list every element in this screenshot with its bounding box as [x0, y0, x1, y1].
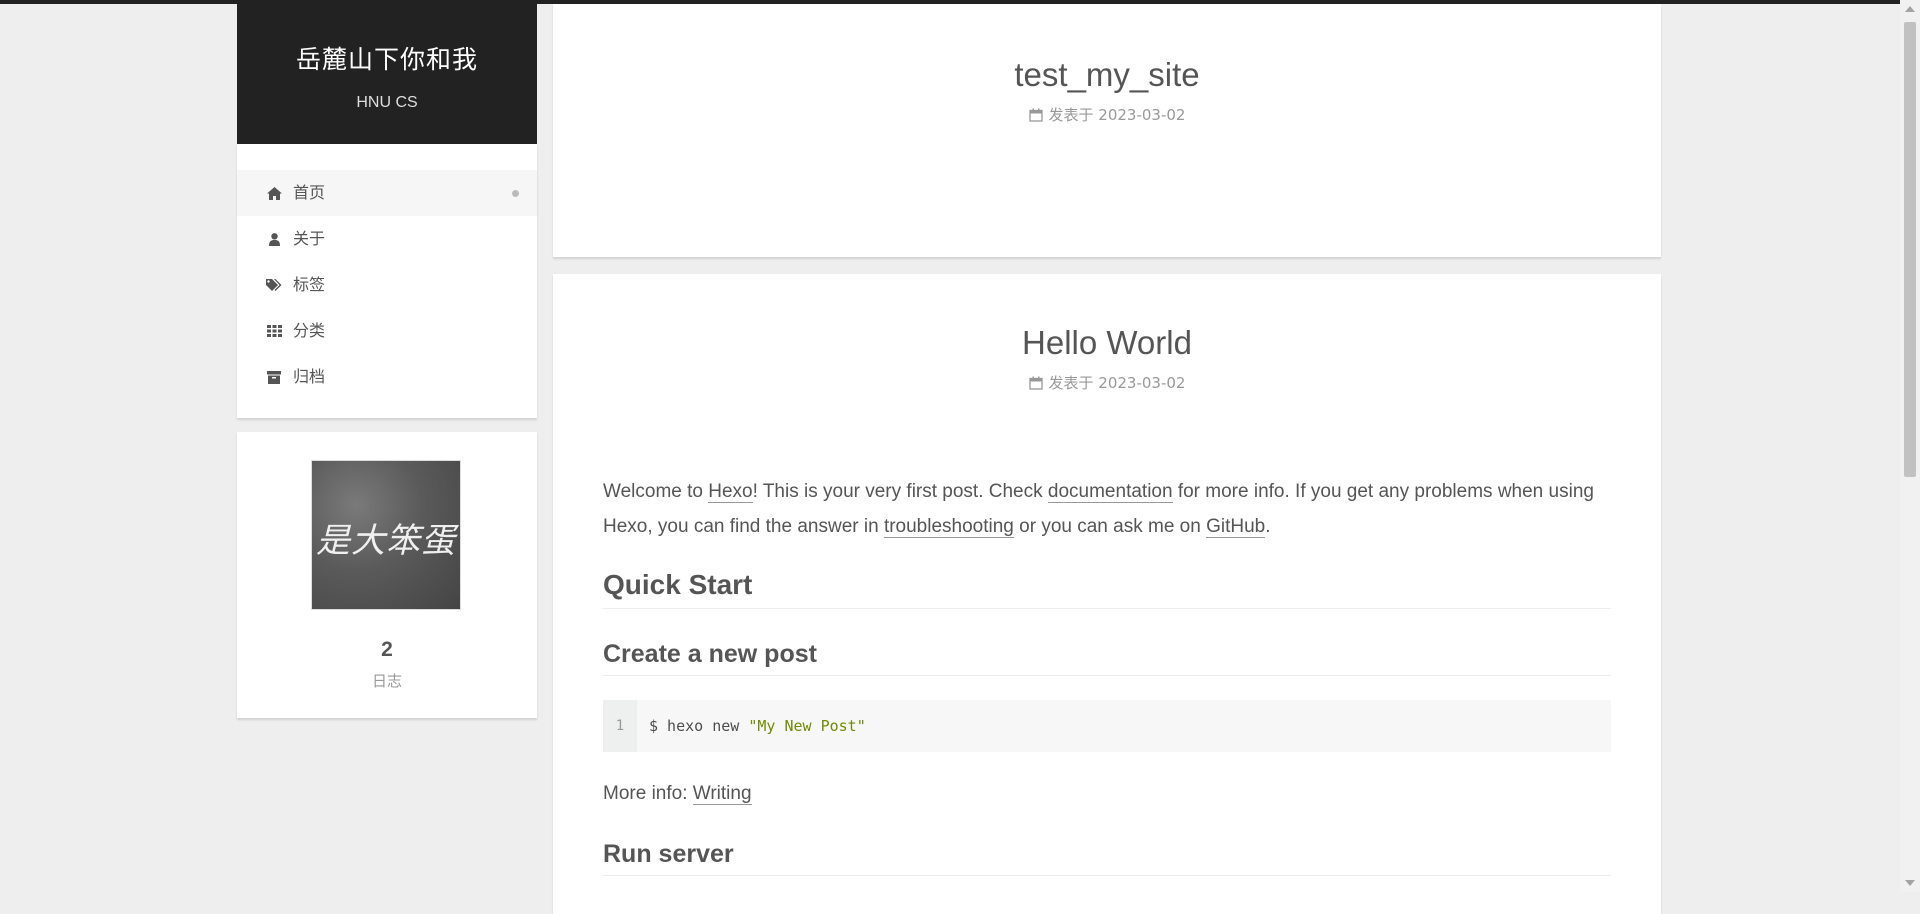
- site-subtitle: HNU CS: [356, 94, 418, 111]
- menu-item-label: 首页: [293, 183, 326, 202]
- menu-item-label: 归档: [293, 367, 326, 386]
- more-info: More info: Writing: [603, 776, 1611, 811]
- menu-item-home[interactable]: 首页: [237, 170, 537, 216]
- menu-item-tags[interactable]: 标签: [237, 262, 537, 308]
- author-overview: 是大笨蛋 2 日志: [237, 432, 537, 718]
- text-span: or you can ask me on: [1013, 516, 1207, 537]
- menu-item-label: 分类: [293, 321, 326, 340]
- calendar-icon: [1028, 108, 1043, 122]
- page-scrollbar[interactable]: [1900, 0, 1920, 892]
- calendar-icon: [1028, 376, 1043, 390]
- home-icon: [265, 170, 283, 216]
- text-span: ! This is your very first post. Check: [752, 481, 1048, 502]
- site-nav-menu: 首页 关于 标签 分类 归档: [237, 144, 537, 418]
- scroll-down-arrow-icon[interactable]: [1905, 880, 1915, 886]
- troubleshooting-link[interactable]: troubleshooting: [883, 516, 1014, 538]
- archive-icon: [265, 354, 283, 400]
- heading-run-server: Run server: [603, 837, 1611, 876]
- hexo-link[interactable]: Hexo: [708, 481, 753, 503]
- post-meta: 发表于 2023-03-02: [553, 372, 1661, 393]
- menu-item-label: 标签: [293, 275, 326, 294]
- avatar-handwriting: 是大笨蛋: [316, 521, 456, 561]
- menu-item-archives[interactable]: 归档: [237, 354, 537, 400]
- intro-paragraph: Welcome to Hexo! This is your very first…: [603, 474, 1611, 544]
- post-date: 发表于 2023-03-02: [1048, 374, 1186, 392]
- post-title-link[interactable]: Hello World: [553, 274, 1661, 362]
- scroll-up-arrow-icon[interactable]: [1905, 6, 1915, 12]
- more-info-label: More info:: [603, 783, 693, 804]
- code-line-number: 1: [603, 700, 637, 752]
- code-string: "My New Post": [748, 717, 866, 735]
- site-brand[interactable]: 岳麓山下你和我 HNU CS: [237, 4, 537, 144]
- site-title[interactable]: 岳麓山下你和我: [237, 4, 537, 76]
- active-indicator-dot: [512, 190, 519, 197]
- th-icon: [265, 308, 283, 354]
- tags-icon: [265, 262, 283, 308]
- text-span: Welcome to: [603, 481, 709, 502]
- post-body: Welcome to Hexo! This is your very first…: [603, 474, 1611, 876]
- documentation-link[interactable]: documentation: [1047, 481, 1173, 503]
- writing-link[interactable]: Writing: [692, 783, 752, 805]
- post-card: Hello World 发表于 2023-03-02 Welcome to He…: [553, 274, 1661, 914]
- post-count-label[interactable]: 日志: [237, 670, 537, 691]
- menu-item-categories[interactable]: 分类: [237, 308, 537, 354]
- scrollbar-thumb[interactable]: [1904, 22, 1916, 477]
- code-block: 1 $ hexo new "My New Post": [603, 700, 1611, 752]
- menu-item-about[interactable]: 关于: [237, 216, 537, 262]
- code-command: $ hexo new: [649, 717, 749, 735]
- user-icon: [265, 216, 283, 262]
- author-avatar: 是大笨蛋: [311, 460, 461, 610]
- github-link[interactable]: GitHub: [1206, 516, 1266, 538]
- code-line: $ hexo new "My New Post": [637, 700, 866, 752]
- sidebar: 岳麓山下你和我 HNU CS 首页 关于 标签 分类 归档 是大笨蛋 2 日志: [237, 4, 537, 718]
- post-date: 发表于 2023-03-02: [1048, 106, 1186, 124]
- heading-quick-start: Quick Start: [603, 566, 1611, 609]
- heading-create-post: Create a new post: [603, 637, 1611, 676]
- post-card: test_my_site 发表于 2023-03-02: [553, 4, 1661, 257]
- post-meta: 发表于 2023-03-02: [553, 104, 1661, 125]
- post-count[interactable]: 2: [237, 638, 537, 662]
- post-title-link[interactable]: test_my_site: [553, 4, 1661, 94]
- text-span: .: [1265, 516, 1271, 537]
- menu-item-label: 关于: [293, 229, 326, 248]
